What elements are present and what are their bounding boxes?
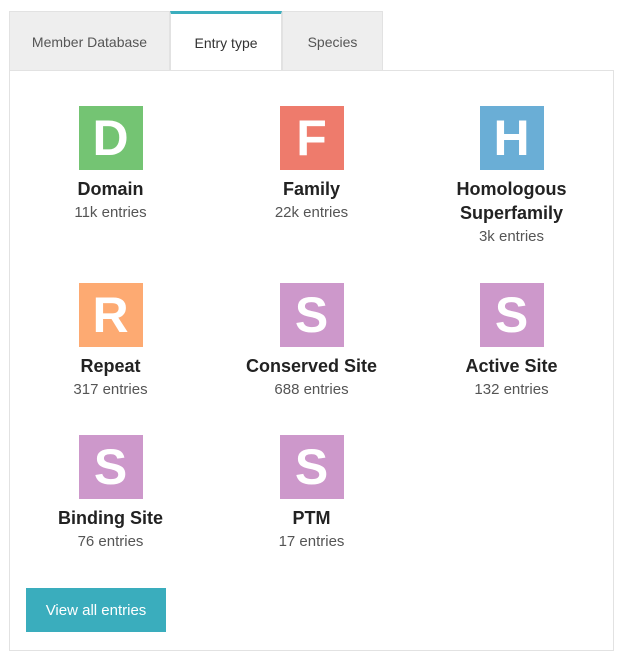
entry-card-repeat[interactable]: R Repeat 317 entries (10, 283, 211, 402)
entry-card-count: 17 entries (278, 533, 345, 550)
entry-card-title[interactable]: Conserved Site (211, 354, 412, 378)
repeat-badge-icon: R (78, 283, 143, 347)
entry-card-count: 22k entries (274, 204, 349, 221)
conserved-site-badge-icon: S (279, 283, 344, 347)
entry-card-title[interactable]: PTM (211, 506, 412, 530)
tab-species[interactable]: Species (282, 11, 383, 71)
entry-card-conserved-site[interactable]: S Conserved Site 688 entries (211, 283, 412, 402)
entry-card-count: 317 entries (73, 381, 148, 398)
entry-card-homologous-superfamily[interactable]: H Homologous Superfamily 3k entries (411, 106, 612, 249)
entry-card-count: 11k entries (74, 204, 147, 221)
tab-entry-type[interactable]: Entry type (170, 11, 282, 71)
entry-card-title[interactable]: Repeat (10, 354, 211, 378)
entry-card-ptm[interactable]: S PTM 17 entries (211, 435, 412, 554)
entry-card-title[interactable]: Homologous Superfamily (447, 177, 577, 225)
entry-card-binding-site[interactable]: S Binding Site 76 entries (10, 435, 211, 554)
homologous-superfamily-badge-icon: H (479, 106, 544, 170)
family-badge-icon: F (279, 106, 344, 170)
tab-bar: Member Database Entry type Species (9, 11, 383, 71)
entry-card-title[interactable]: Binding Site (10, 506, 211, 530)
entry-card-title[interactable]: Active Site (411, 354, 612, 378)
entry-card-count: 688 entries (274, 381, 349, 398)
entry-card-title[interactable]: Family (211, 177, 412, 201)
entry-card-title[interactable]: Domain (10, 177, 211, 201)
entry-card-active-site[interactable]: S Active Site 132 entries (411, 283, 612, 402)
ptm-badge-icon: S (279, 435, 344, 499)
entry-card-domain[interactable]: D Domain 11k entries (10, 106, 211, 225)
active-site-badge-icon: S (479, 283, 544, 347)
entry-card-count: 3k entries (478, 228, 545, 245)
entry-card-family[interactable]: F Family 22k entries (211, 106, 412, 225)
entry-card-count: 76 entries (77, 533, 144, 550)
tab-member-database[interactable]: Member Database (9, 11, 170, 71)
view-all-entries-button[interactable]: View all entries (26, 588, 166, 632)
binding-site-badge-icon: S (78, 435, 143, 499)
domain-badge-icon: D (78, 106, 143, 170)
entry-card-count: 132 entries (474, 381, 549, 398)
